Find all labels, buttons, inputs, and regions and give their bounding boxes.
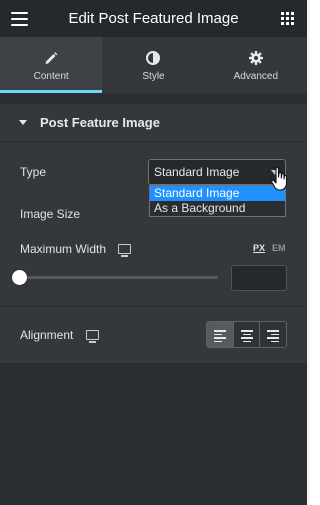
- type-label: Type: [20, 165, 47, 179]
- tab-style[interactable]: Style: [102, 37, 204, 93]
- type-select[interactable]: Standard Image: [148, 159, 286, 185]
- align-right-icon: [267, 330, 280, 344]
- max-width-slider-track[interactable]: [21, 276, 218, 279]
- type-select-value: Standard Image: [154, 165, 240, 179]
- window-edge: [307, 0, 310, 505]
- align-left-icon: [213, 330, 226, 344]
- option-standard-image[interactable]: Standard Image: [150, 186, 285, 201]
- section-title: Post Feature Image: [40, 115, 160, 130]
- align-center-button[interactable]: [232, 322, 260, 347]
- max-width-input[interactable]: [231, 265, 287, 291]
- monitor-icon[interactable]: [85, 329, 99, 343]
- editor-panel: Edit Post Featured Image Content Style A…: [0, 0, 307, 505]
- option-as-a-background[interactable]: As a Background: [150, 201, 285, 216]
- pencil-icon: [45, 52, 58, 64]
- image-size-label: Image Size: [20, 207, 81, 221]
- hand-pointer-icon: [271, 167, 288, 191]
- hamburger-icon[interactable]: [11, 12, 28, 26]
- tab-content-label: Content: [33, 71, 69, 82]
- unit-em[interactable]: EM: [272, 243, 286, 253]
- section-divider: [0, 306, 307, 307]
- type-dropdown-list: Standard Image As a Background: [149, 185, 286, 217]
- max-width-slider-handle[interactable]: [12, 270, 27, 285]
- tab-advanced-label: Advanced: [233, 71, 279, 82]
- caret-down-icon: [19, 120, 27, 125]
- gear-icon: [248, 51, 263, 65]
- section-header[interactable]: Post Feature Image: [0, 104, 307, 142]
- alignment-choices: [206, 321, 287, 348]
- tab-style-label: Style: [142, 71, 165, 82]
- alignment-label-text: Alignment: [20, 328, 74, 342]
- panel-title: Edit Post Featured Image: [68, 10, 239, 27]
- panel-empty-area: [0, 363, 307, 505]
- unit-px[interactable]: PX: [253, 243, 265, 253]
- half-circle-icon: [146, 51, 161, 65]
- max-width-label: Maximum Width: [20, 242, 132, 257]
- panel-header: Edit Post Featured Image: [0, 0, 307, 37]
- tab-content[interactable]: Content: [0, 37, 103, 93]
- alignment-label: Alignment: [20, 328, 99, 343]
- max-width-label-text: Maximum Width: [20, 242, 107, 256]
- align-left-button[interactable]: [207, 322, 233, 347]
- panel-tabs: Content Style Advanced: [0, 37, 307, 93]
- tabs-separator: [0, 93, 307, 104]
- monitor-icon[interactable]: [118, 243, 132, 257]
- grid-icon[interactable]: [281, 12, 294, 25]
- align-right-button[interactable]: [259, 322, 286, 347]
- tab-advanced[interactable]: Advanced: [205, 37, 307, 93]
- align-center-icon: [240, 330, 253, 344]
